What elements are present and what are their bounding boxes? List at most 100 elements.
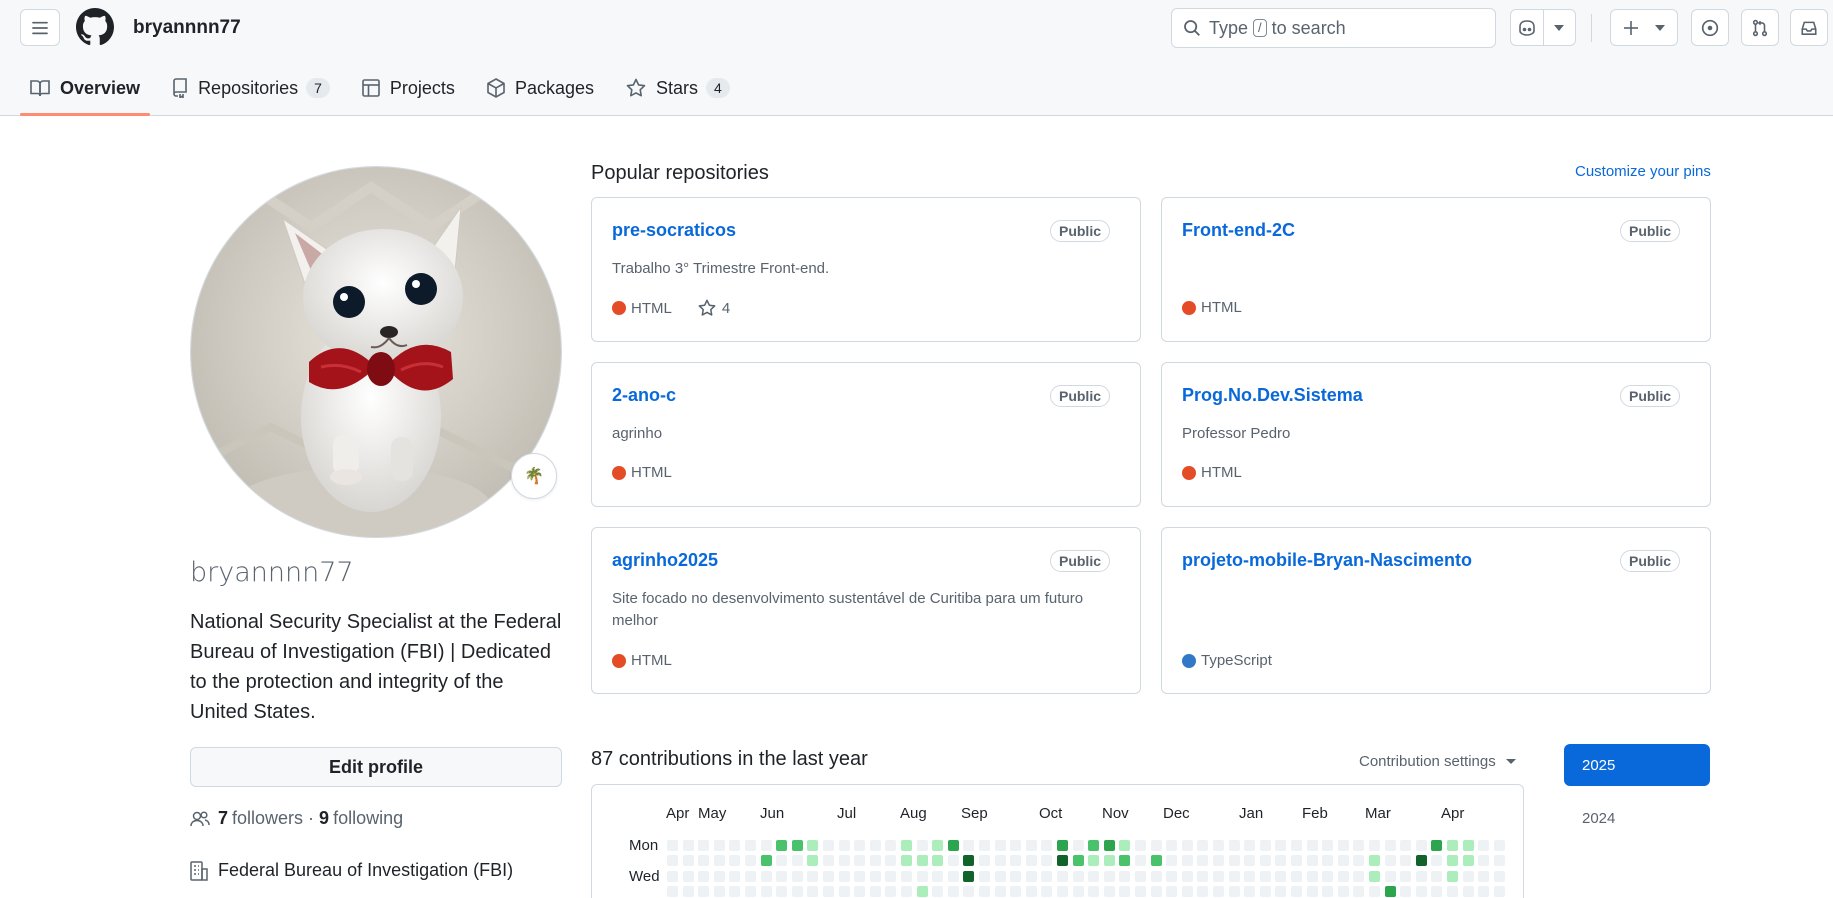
contribution-day[interactable] <box>838 886 850 897</box>
contribution-day[interactable] <box>760 886 772 897</box>
contribution-day[interactable] <box>1291 840 1302 851</box>
contribution-day[interactable] <box>1384 840 1396 851</box>
contribution-day[interactable] <box>1447 840 1458 851</box>
contribution-day[interactable] <box>885 886 897 897</box>
contribution-day[interactable] <box>854 855 866 866</box>
contribution-day[interactable] <box>932 840 944 851</box>
contribution-day[interactable] <box>1041 855 1053 866</box>
contribution-day[interactable] <box>1275 840 1287 851</box>
contribution-day[interactable] <box>963 871 975 882</box>
tab-overview[interactable]: Overview <box>20 66 151 116</box>
contribution-day[interactable] <box>1369 840 1380 851</box>
contribution-day[interactable] <box>1025 886 1037 897</box>
contribution-day[interactable] <box>667 840 678 851</box>
contribution-day[interactable] <box>1478 855 1490 866</box>
contribution-day[interactable] <box>1447 855 1458 866</box>
contribution-day[interactable] <box>1041 886 1053 897</box>
contribution-day[interactable] <box>1415 871 1427 882</box>
contribution-day[interactable] <box>1103 871 1115 882</box>
contribution-day[interactable] <box>1462 840 1474 851</box>
repo-name-link[interactable]: agrinho2025 <box>612 550 718 571</box>
contribution-day[interactable] <box>698 840 710 851</box>
search-input[interactable]: Type / to search <box>1171 8 1496 48</box>
contribution-day[interactable] <box>1275 871 1287 882</box>
contribution-day[interactable] <box>1275 855 1287 866</box>
contribution-day[interactable] <box>1322 840 1334 851</box>
contribution-day[interactable] <box>1197 855 1209 866</box>
contribution-day[interactable] <box>667 886 678 897</box>
contribution-day[interactable] <box>1181 855 1193 866</box>
following-link[interactable]: 9 following <box>319 808 403 829</box>
contribution-day[interactable] <box>1400 840 1412 851</box>
contribution-day[interactable] <box>1259 886 1271 897</box>
contribution-day[interactable] <box>807 840 819 851</box>
contribution-day[interactable] <box>1181 871 1193 882</box>
contribution-day[interactable] <box>745 855 756 866</box>
contribution-day[interactable] <box>823 871 834 882</box>
contribution-day[interactable] <box>1213 871 1224 882</box>
contribution-day[interactable] <box>1166 840 1178 851</box>
contribution-day[interactable] <box>1431 886 1443 897</box>
contribution-day[interactable] <box>1135 886 1146 897</box>
repo-name-link[interactable]: Front-end-2C <box>1182 220 1295 241</box>
contribution-day[interactable] <box>1181 886 1193 897</box>
contribution-day[interactable] <box>1259 855 1271 866</box>
contribution-day[interactable] <box>869 840 881 851</box>
contribution-day[interactable] <box>1057 871 1068 882</box>
contribution-day[interactable] <box>1447 871 1458 882</box>
contribution-day[interactable] <box>667 871 678 882</box>
contribution-day[interactable] <box>729 871 741 882</box>
contribution-day[interactable] <box>1010 855 1022 866</box>
contribution-day[interactable] <box>760 871 772 882</box>
contribution-day[interactable] <box>901 840 912 851</box>
contribution-day[interactable] <box>994 886 1006 897</box>
contribution-day[interactable] <box>1493 840 1505 851</box>
contribution-day[interactable] <box>1259 871 1271 882</box>
contribution-day[interactable] <box>823 886 834 897</box>
contribution-day[interactable] <box>1057 855 1068 866</box>
contribution-day[interactable] <box>1447 886 1458 897</box>
contribution-day[interactable] <box>1400 871 1412 882</box>
contribution-day[interactable] <box>1353 886 1365 897</box>
contribution-day[interactable] <box>1415 855 1427 866</box>
contribution-day[interactable] <box>1462 871 1474 882</box>
contribution-day[interactable] <box>1213 886 1224 897</box>
contribution-day[interactable] <box>1415 886 1427 897</box>
contribution-day[interactable] <box>1119 855 1131 866</box>
contribution-day[interactable] <box>745 871 756 882</box>
edit-profile-button[interactable]: Edit profile <box>190 747 562 787</box>
contribution-day[interactable] <box>729 855 741 866</box>
contribution-day[interactable] <box>901 886 912 897</box>
repo-name-link[interactable]: Prog.No.Dev.Sistema <box>1182 385 1363 406</box>
contribution-day[interactable] <box>1057 840 1068 851</box>
contribution-day[interactable] <box>901 855 912 866</box>
pull-requests-button[interactable] <box>1741 9 1779 46</box>
contribution-day[interactable] <box>1213 855 1224 866</box>
contribution-day[interactable] <box>963 855 975 866</box>
contribution-day[interactable] <box>885 871 897 882</box>
contribution-day[interactable] <box>1119 886 1131 897</box>
contribution-day[interactable] <box>1478 871 1490 882</box>
contribution-day[interactable] <box>1010 840 1022 851</box>
contribution-day[interactable] <box>1166 855 1178 866</box>
copilot-button[interactable] <box>1511 10 1543 45</box>
contribution-day[interactable] <box>760 840 772 851</box>
contribution-day[interactable] <box>1072 840 1084 851</box>
repo-stars-link[interactable]: 4 <box>698 299 730 317</box>
contribution-day[interactable] <box>979 855 990 866</box>
contribution-day[interactable] <box>1135 840 1146 851</box>
contribution-day[interactable] <box>947 886 959 897</box>
contribution-day[interactable] <box>1244 855 1256 866</box>
contribution-day[interactable] <box>1025 840 1037 851</box>
contribution-settings-button[interactable]: Contribution settings <box>1359 753 1516 770</box>
status-emoji-button[interactable]: 🌴 <box>511 453 557 499</box>
contribution-day[interactable] <box>854 840 866 851</box>
contribution-day[interactable] <box>1431 840 1443 851</box>
contribution-day[interactable] <box>932 871 944 882</box>
contribution-day[interactable] <box>1291 886 1302 897</box>
contribution-day[interactable] <box>1322 855 1334 866</box>
contribution-day[interactable] <box>682 855 694 866</box>
contribution-day[interactable] <box>1369 886 1380 897</box>
contribution-day[interactable] <box>1119 871 1131 882</box>
contribution-day[interactable] <box>1400 855 1412 866</box>
